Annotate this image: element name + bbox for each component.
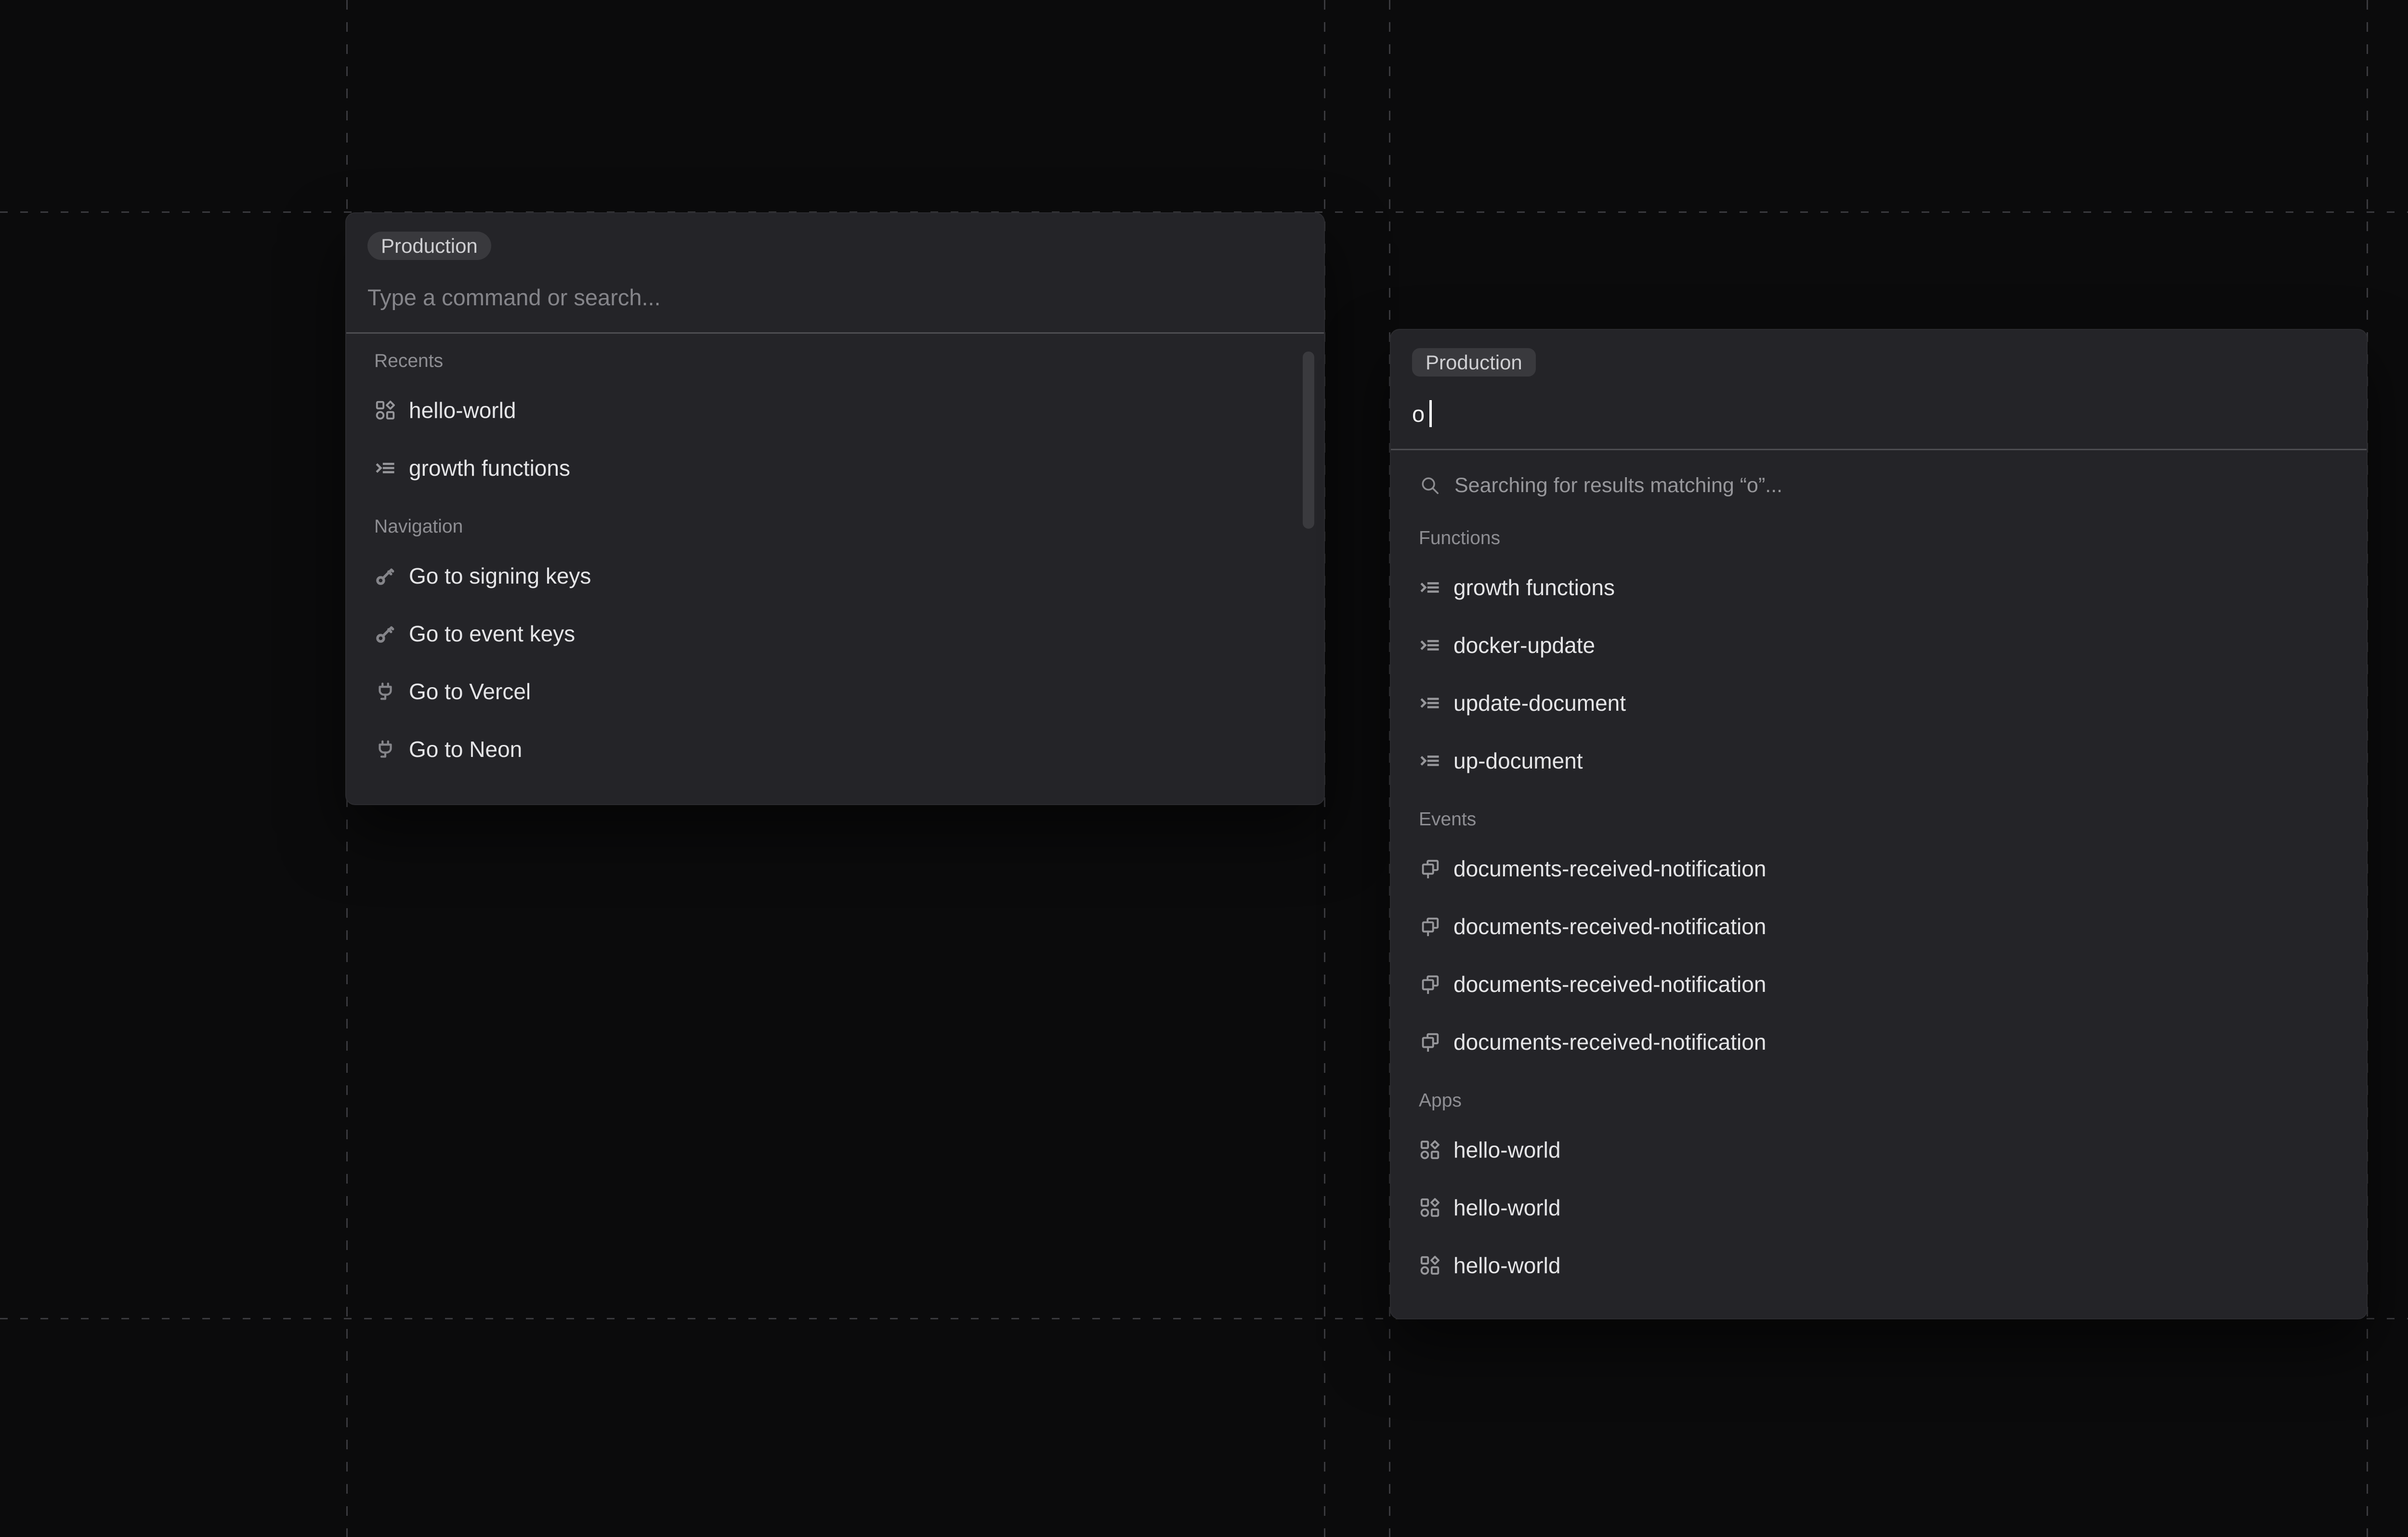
- palette-section: Apps hello-world: [1412, 1090, 2345, 1290]
- list-item[interactable]: Go to Neon: [367, 725, 1303, 774]
- function-icon: [1419, 692, 1441, 714]
- list-item[interactable]: growth functions: [367, 443, 1303, 493]
- palette-section: Navigation Go to signing keys: [367, 516, 1303, 774]
- list-item-label: documents-received-notification: [1453, 1029, 1766, 1055]
- search-status-text: Searching for results matching “o”...: [1454, 474, 1782, 497]
- key-icon: [374, 623, 396, 645]
- list-item[interactable]: hello-world: [1412, 1183, 2345, 1232]
- list-item-label: Go to signing keys: [409, 563, 591, 589]
- app-icon: [1419, 1197, 1441, 1219]
- list-item[interactable]: documents-received-notification: [1412, 1017, 2345, 1067]
- list-item-label: hello-world: [1453, 1195, 1560, 1221]
- list-item-label: growth functions: [1453, 574, 1615, 600]
- event-icon: [1419, 1031, 1441, 1053]
- list-item-label: hello-world: [1453, 1137, 1560, 1163]
- list-item-label: documents-received-notification: [1453, 856, 1766, 882]
- search-input-value: o: [1412, 401, 1425, 427]
- list-item-label: hello-world: [1453, 1252, 1560, 1278]
- list-item-label: Go to event keys: [409, 621, 575, 647]
- plug-icon: [374, 680, 396, 703]
- list-item-label: growth functions: [409, 455, 570, 481]
- command-search-input[interactable]: [367, 280, 1303, 314]
- list-item-label: docker-update: [1453, 632, 1595, 658]
- list-item[interactable]: update-document: [1412, 678, 2345, 728]
- palette-section: Events documents-received-notification: [1412, 808, 2345, 1067]
- event-icon: [1419, 858, 1441, 880]
- event-icon: [1419, 915, 1441, 938]
- command-palette-right: Production o Searching for results match…: [1390, 329, 2368, 1319]
- list-item[interactable]: hello-world: [1412, 1125, 2345, 1174]
- section-items: hello-world hello-world: [1412, 1125, 2345, 1290]
- palette-section: Functions growth functions: [1412, 527, 2345, 785]
- list-item-label: up-document: [1453, 748, 1583, 774]
- palette-header: Production o: [1391, 330, 2367, 430]
- search-status-row: Searching for results matching “o”...: [1419, 467, 2339, 504]
- section-label: Navigation: [374, 516, 1296, 538]
- desktop-background: Production Recents hello-world: [0, 0, 2408, 1537]
- environment-badge[interactable]: Production: [367, 232, 491, 260]
- list-item-label: update-document: [1453, 690, 1626, 716]
- list-item[interactable]: up-document: [1412, 736, 2345, 785]
- section-items: documents-received-notification document…: [1412, 844, 2345, 1067]
- palette-results: Searching for results matching “o”... Fu…: [1391, 450, 2367, 1304]
- section-items: Go to signing keys Go to event keys: [367, 551, 1303, 774]
- list-item[interactable]: documents-received-notification: [1412, 902, 2345, 951]
- list-item[interactable]: docker-update: [1412, 621, 2345, 670]
- section-label: Apps: [1419, 1090, 2339, 1112]
- event-icon: [1419, 973, 1441, 995]
- search-icon: [1419, 474, 1441, 496]
- list-item[interactable]: documents-received-notification: [1412, 844, 2345, 893]
- list-item-label: documents-received-notification: [1453, 971, 1766, 997]
- list-item[interactable]: hello-world: [367, 386, 1303, 435]
- command-palette-left: Production Recents hello-world: [345, 212, 1325, 805]
- section-items: hello-world growth functions: [367, 386, 1303, 493]
- function-icon: [374, 457, 396, 479]
- list-item-label: Go to Neon: [409, 736, 522, 762]
- function-icon: [1419, 576, 1441, 599]
- function-icon: [1419, 750, 1441, 772]
- text-caret: [1429, 400, 1432, 427]
- palette-header: Production: [346, 213, 1324, 314]
- list-item-label: Go to Vercel: [409, 678, 531, 704]
- list-item[interactable]: Go to Vercel: [367, 667, 1303, 716]
- environment-badge[interactable]: Production: [1412, 348, 1536, 377]
- list-item[interactable]: Go to signing keys: [367, 551, 1303, 600]
- list-item[interactable]: Go to event keys: [367, 609, 1303, 658]
- list-item-label: hello-world: [409, 397, 516, 423]
- command-search-input[interactable]: o: [1412, 397, 2345, 430]
- section-items: growth functions docker-update: [1412, 563, 2345, 785]
- list-item[interactable]: growth functions: [1412, 563, 2345, 612]
- list-item[interactable]: hello-world: [1412, 1241, 2345, 1290]
- section-label: Recents: [374, 350, 1296, 372]
- section-label: Events: [1419, 808, 2339, 831]
- palette-results: Recents hello-world: [346, 334, 1324, 788]
- list-item-label: documents-received-notification: [1453, 913, 1766, 939]
- app-icon: [374, 399, 396, 421]
- plug-icon: [374, 738, 396, 760]
- scrollbar-thumb[interactable]: [1303, 352, 1314, 529]
- app-icon: [1419, 1254, 1441, 1276]
- key-icon: [374, 565, 396, 587]
- list-item[interactable]: documents-received-notification: [1412, 960, 2345, 1009]
- app-icon: [1419, 1139, 1441, 1161]
- palette-section: Recents hello-world: [367, 350, 1303, 493]
- section-label: Functions: [1419, 527, 2339, 549]
- function-icon: [1419, 634, 1441, 656]
